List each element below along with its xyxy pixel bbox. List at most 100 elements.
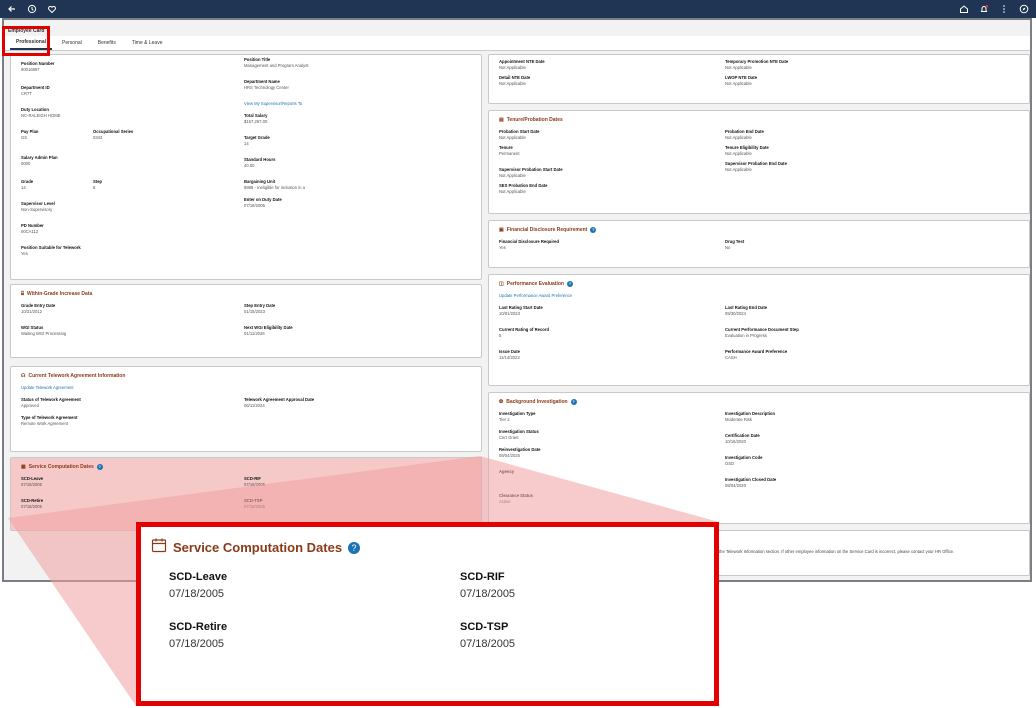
zoom-scd-leave-value: 07/18/2005 <box>169 588 225 600</box>
investigation-status-value: Cert Grant <box>499 434 519 440</box>
perf-title: Performance Evaluation <box>506 281 564 287</box>
history-icon[interactable] <box>26 3 38 15</box>
help-icon[interactable]: ? <box>96 464 103 470</box>
next-wgi-date-label: Next WGI Eligibility Date <box>244 325 293 330</box>
step-entry-date-value: 01/15/2023 <box>244 308 265 314</box>
pd-number-value: 00CA112 <box>21 228 39 234</box>
footnote-text: the Telework Information section. If oth… <box>719 549 955 554</box>
bi-help-icon[interactable]: ? <box>570 399 577 405</box>
chart-icon: ⌸ <box>21 291 25 297</box>
clipboard-icon: ▤ <box>499 117 504 123</box>
zoom-scd-leave-label: SCD-Leave <box>169 571 228 583</box>
zoom-callout: Service Computation Dates ? SCD-Leave 07/… <box>136 522 719 706</box>
sup-probation-end-value: Not Applicable <box>725 166 752 172</box>
perf-doc-step-label: Current Performance Document Step <box>725 327 799 332</box>
detail-nte-value: Not Applicable <box>499 80 526 86</box>
bi-title: Background Investigation <box>506 399 568 405</box>
zoom-scd-rif-label: SCD-RIF <box>460 571 505 583</box>
investigation-type-value: Tier 2 <box>499 416 510 422</box>
rating-of-record-value: 5 <box>499 332 502 338</box>
home-icon[interactable] <box>958 3 970 15</box>
perf-help-icon[interactable]: ? <box>566 281 573 287</box>
step-value: 8 <box>93 184 96 190</box>
update-telework-link[interactable]: Update Telework Agreement <box>21 385 74 390</box>
pay-plan-label: Pay Plan <box>21 129 39 134</box>
appt-nte-label: Appointment NTE Date <box>499 59 545 64</box>
telework-card: ☊ Current Telework Agreement Information … <box>10 366 482 452</box>
telework-title: Current Telework Agreement Information <box>28 373 126 379</box>
wgi-title: Within-Grade Increase Data <box>27 291 93 297</box>
issue-date-label: Issue Date <box>499 349 520 354</box>
more-icon[interactable] <box>998 3 1010 15</box>
award-preference-value: CASH <box>725 354 737 360</box>
position-title-value: Management and Program Analyst <box>244 62 309 68</box>
investigation-status-label: Investigation Status <box>499 429 539 434</box>
employee-card-window: Employee Card Professional Personal Bene… <box>2 18 1032 582</box>
financial-help-icon[interactable]: ? <box>590 227 597 233</box>
tab-time-leave[interactable]: Time & Leave <box>126 37 169 49</box>
financial-disclosure-label: Financial Disclosure Required <box>499 239 560 244</box>
occupational-series-value: 0343 <box>93 134 103 140</box>
favorite-icon[interactable] <box>46 3 58 15</box>
sup-probation-start-value: Not Applicable <box>499 172 526 178</box>
grade-entry-date-value: 10/21/2012 <box>21 308 42 314</box>
view-supervisor-link[interactable]: View My Supervisor/Reports To <box>244 101 302 106</box>
tab-benefits[interactable]: Benefits <box>92 37 122 49</box>
update-award-link[interactable]: Update Performance Award Preference <box>499 293 572 298</box>
occupational-series-label: Occupational Series <box>93 129 134 134</box>
supervisor-level-value: Non-Supervisory <box>21 206 53 212</box>
telework-status-value: Approved <box>21 402 39 408</box>
tab-highlight-box <box>2 26 50 56</box>
probation-start-value: Not Applicable <box>499 134 526 140</box>
grade-entry-date-label: Grade Entry Date <box>21 303 56 308</box>
scd-retire-value: 07/18/2005 <box>21 503 42 509</box>
wgi-card: ⌸ Within-Grade Increase Data Grade Entry … <box>10 284 482 358</box>
last-rating-start-label: Last Rating Start Date <box>499 305 543 310</box>
tenure-eligibility-value: Not Applicable <box>725 150 752 156</box>
scd-card: ▦ Service Computation Dates? SCD-Leave 07/… <box>10 457 482 531</box>
back-icon[interactable] <box>6 3 18 15</box>
target-grade-value: 14 <box>244 140 249 146</box>
scd-leave-label: SCD-Leave <box>21 476 44 481</box>
investigation-desc-label: Investigation Description <box>725 411 776 416</box>
tenure-card: ▤ Tenure/Probation Dates Probation Start … <box>488 110 1030 214</box>
appt-nte-value: Not Applicable <box>499 64 526 70</box>
investigation-type-label: Investigation Type <box>499 411 536 416</box>
top-bar <box>0 0 1036 18</box>
standard-hours-label: Standard Hours <box>244 157 276 162</box>
tenure-value: Permanent <box>499 150 520 156</box>
tab-personal[interactable]: Personal <box>56 37 88 49</box>
investigation-code-label: Investigation Code <box>725 455 763 460</box>
detail-nte-label: Detail NTE Date <box>499 75 531 80</box>
tenure-eligibility-label: Tenure Eligibility Date <box>725 145 769 150</box>
clearance-status-label: Clearance Status <box>499 493 533 498</box>
agency-label: Agency <box>499 469 515 474</box>
step-entry-date-label: Step Entry Date <box>244 303 276 308</box>
salary-admin-plan-value: 0000 <box>21 160 31 166</box>
telework-type-label: Type of Telework Agreement <box>21 415 78 420</box>
target-grade-label: Target Grade <box>244 135 270 140</box>
bargaining-unit-value: 8888 - Ineligible for inclusion in a <box>244 184 305 190</box>
scd-rif-value: 07/18/2005 <box>244 481 265 487</box>
tenure-title: Tenure/Probation Dates <box>506 117 563 123</box>
issue-date-value: 11/14/2023 <box>499 354 520 360</box>
tab-bar: Professional Personal Benefits Time & Le… <box>4 36 1030 51</box>
financial-card: ▣ Financial Disclosure Requirement? Finan… <box>488 220 1030 268</box>
headset-icon: ☊ <box>21 373 26 379</box>
reinvestigation-label: Reinvestigation Date <box>499 447 541 452</box>
scd-tsp-value: 07/18/2005 <box>244 503 265 509</box>
compass-icon[interactable] <box>1018 3 1030 15</box>
zoom-help-icon[interactable]: ? <box>348 541 361 554</box>
notifications-icon[interactable] <box>978 3 990 15</box>
supervisor-level-label: Supervisor Level <box>21 201 55 206</box>
financial-disclosure-value: Yes <box>499 244 506 250</box>
certification-date-value: 10/16/2020 <box>725 438 746 444</box>
sup-probation-start-label: Supervisor Probation Start Date <box>499 167 563 172</box>
department-id-label: Department ID <box>21 85 50 90</box>
performance-icon: ◫ <box>499 281 504 287</box>
position-card: Position Number 90016967 Department ID CR7… <box>10 54 482 280</box>
total-salary-label: Total Salary <box>244 113 268 118</box>
pd-number-label: PD Number <box>21 223 44 228</box>
investigation-code-value: OSD <box>725 460 735 466</box>
last-rating-end-label: Last Rating End Date <box>725 305 768 310</box>
